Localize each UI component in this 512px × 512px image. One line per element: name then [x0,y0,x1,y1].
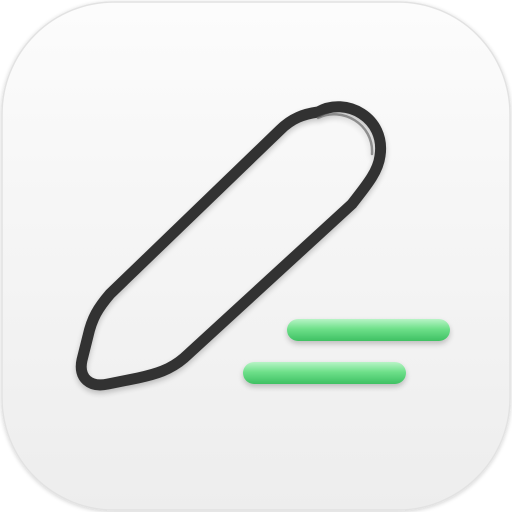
compose-icon-graphic [1,1,511,511]
writing-line-top [287,319,450,341]
icon-tile-background [1,1,511,511]
writing-line-bottom [243,362,406,384]
icon-canvas [0,0,512,512]
compose-app-icon[interactable] [0,0,512,512]
